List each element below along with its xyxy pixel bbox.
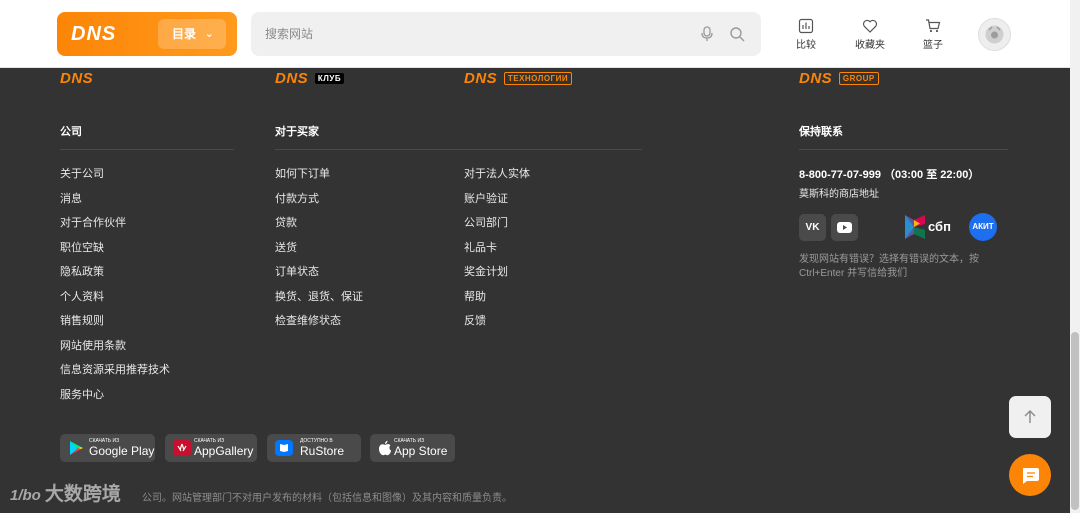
sbp-text: сбп — [928, 219, 951, 234]
google-play-label: Google Play — [89, 444, 155, 458]
buyers-links-right: 对于法人实体 账户验证 公司部门 礼品卡 奖金计划 帮助 反馈 — [464, 165, 530, 337]
buyers-link-gift-cards[interactable]: 礼品卡 — [464, 239, 530, 264]
dns-group-logo-text: DNS — [799, 70, 833, 87]
company-link-news[interactable]: 消息 — [60, 190, 170, 215]
catalog-label: 目录 — [172, 27, 197, 41]
cart-button[interactable]: 篮子 — [913, 18, 953, 52]
app-store-badge[interactable]: СКАЧАТЬ ИЗ App Store — [370, 434, 455, 462]
watermark: 1/bo 大数跨境 — [10, 479, 121, 506]
company-link-about[interactable]: 关于公司 — [60, 165, 170, 190]
vk-icon[interactable]: VK — [799, 214, 826, 241]
avatar[interactable] — [978, 18, 1011, 51]
appgallery-badge[interactable]: СКАЧАТЬ ИЗ AppGallery — [165, 434, 257, 462]
chat-icon — [1023, 468, 1039, 484]
buyers-link-order-status[interactable]: 订单状态 — [275, 263, 363, 288]
youtube-glyph — [837, 222, 852, 233]
google-play-badge[interactable]: СКАЧАТЬ ИЗ Google Play — [60, 434, 155, 462]
buyers-link-account-verification[interactable]: 账户验证 — [464, 190, 530, 215]
microphone-icon[interactable] — [700, 26, 714, 42]
buyers-title: 对于买家 — [275, 126, 319, 138]
brand-bar: DNS 目录 ⌄ — [57, 12, 237, 56]
store-address-link[interactable]: 莫斯科的商店地址 — [799, 185, 879, 200]
company-link-service-centers[interactable]: 服务中心 — [60, 386, 170, 411]
rustore-label: RuStore — [300, 444, 345, 458]
buyers-link-repair-status[interactable]: 检查维修状态 — [275, 312, 363, 337]
dns-club-logo-text: DNS — [275, 70, 309, 87]
company-link-terms[interactable]: 网站使用条款 — [60, 337, 170, 362]
contact-divider — [799, 149, 1008, 150]
dns-logo-text: DNS — [60, 70, 94, 87]
rustore-icon — [275, 440, 293, 456]
youtube-icon[interactable] — [831, 214, 858, 241]
cart-label: 篮子 — [923, 40, 943, 51]
company-link-sales-rules[interactable]: 销售规则 — [60, 312, 170, 337]
heart-icon — [862, 19, 878, 33]
company-divider — [60, 149, 234, 150]
buyers-link-delivery[interactable]: 送货 — [275, 239, 363, 264]
favorites-button[interactable]: 收藏夹 — [850, 18, 890, 52]
group-tag: GROUP — [838, 72, 879, 85]
company-link-privacy[interactable]: 隐私政策 — [60, 263, 170, 288]
catalog-button[interactable]: 目录 ⌄ — [158, 19, 226, 49]
tech-tag: ТЕХНОЛОГИИ — [503, 72, 573, 85]
compare-label: 比较 — [796, 40, 816, 51]
dns-tech-logo[interactable]: DNS ТЕХНОЛОГИИ — [464, 70, 573, 87]
dns-tech-logo-text: DNS — [464, 70, 498, 87]
apple-icon — [379, 440, 391, 456]
company-links: 关于公司 消息 对于合作伙伴 职位空缺 隐私政策 个人资料 销售规则 网站使用条… — [60, 165, 170, 410]
buyers-link-departments[interactable]: 公司部门 — [464, 214, 530, 239]
search-input[interactable] — [251, 12, 681, 56]
user-icon — [985, 25, 1004, 44]
site-header: DNS 目录 ⌄ 比较 收藏夹 — [0, 0, 1070, 68]
chart-icon — [798, 18, 814, 34]
akit-logo[interactable]: АКИТ — [969, 213, 997, 241]
buyers-links-left: 如何下订单 付款方式 贷款 送货 订单状态 换货、退货、保证 检查维修状态 — [275, 165, 363, 337]
error-report-note: 发现网站有错误？选择有错误的文本，按 Ctrl+Enter 并写信给我们 — [799, 254, 979, 279]
compare-button[interactable]: 比较 — [786, 18, 826, 52]
search-bar — [251, 12, 761, 56]
app-store-label: App Store — [394, 444, 448, 458]
google-play-icon — [70, 441, 83, 455]
huawei-icon — [173, 440, 191, 456]
watermark-text: 大数跨境 — [44, 484, 121, 505]
appgallery-label: AppGallery — [194, 444, 254, 458]
sbp-logo[interactable]: сбп — [904, 214, 951, 240]
buyers-link-credit[interactable]: 贷款 — [275, 214, 363, 239]
buyers-link-bonus-program[interactable]: 奖金计划 — [464, 263, 530, 288]
company-title: 公司 — [60, 126, 82, 138]
company-link-recommendations[interactable]: 信息资源采用推荐技术 — [60, 361, 170, 386]
copyright-text: 公司。网站管理部门不对用户发布的材料（包括信息和图像）及其内容和质量负责。 — [142, 493, 512, 504]
buyers-link-legal-entities[interactable]: 对于法人实体 — [464, 165, 530, 190]
scrollbar-thumb[interactable] — [1071, 332, 1079, 510]
company-link-partners[interactable]: 对于合作伙伴 — [60, 214, 170, 239]
favorites-label: 收藏夹 — [855, 40, 885, 51]
dns-footer-logo[interactable]: DNS — [60, 70, 93, 87]
company-link-vacancies[interactable]: 职位空缺 — [60, 239, 170, 264]
scrollbar[interactable] — [1070, 0, 1080, 513]
cart-icon — [926, 19, 941, 33]
buyers-link-returns[interactable]: 换货、退货、保证 — [275, 288, 363, 313]
club-tag: КЛУБ — [314, 73, 345, 84]
dns-club-logo[interactable]: DNS КЛУБ — [275, 70, 345, 87]
buyers-divider — [275, 149, 642, 150]
scroll-to-top-button[interactable] — [1009, 396, 1051, 438]
company-link-personal-data[interactable]: 个人资料 — [60, 288, 170, 313]
arrow-up-icon — [1024, 410, 1036, 423]
sbp-icon — [905, 215, 925, 239]
search-icon[interactable] — [729, 26, 745, 42]
rustore-badge[interactable]: Доступно в RuStore — [267, 434, 361, 462]
contact-title: 保持联系 — [799, 126, 843, 138]
dns-group-logo[interactable]: DNS GROUP — [799, 70, 879, 87]
dns-logo[interactable]: DNS — [71, 23, 116, 46]
buyers-link-help[interactable]: 帮助 — [464, 288, 530, 313]
buyers-link-payment[interactable]: 付款方式 — [275, 190, 363, 215]
watermark-mark: 1/bo — [10, 487, 41, 504]
phone-number[interactable]: 8-800-77-07-999 （03:00 至 22:00） — [799, 166, 979, 182]
chat-button[interactable] — [1009, 454, 1051, 496]
chevron-down-icon: ⌄ — [204, 28, 214, 40]
buyers-link-how-to-order[interactable]: 如何下订单 — [275, 165, 363, 190]
buyers-link-feedback[interactable]: 反馈 — [464, 312, 530, 337]
